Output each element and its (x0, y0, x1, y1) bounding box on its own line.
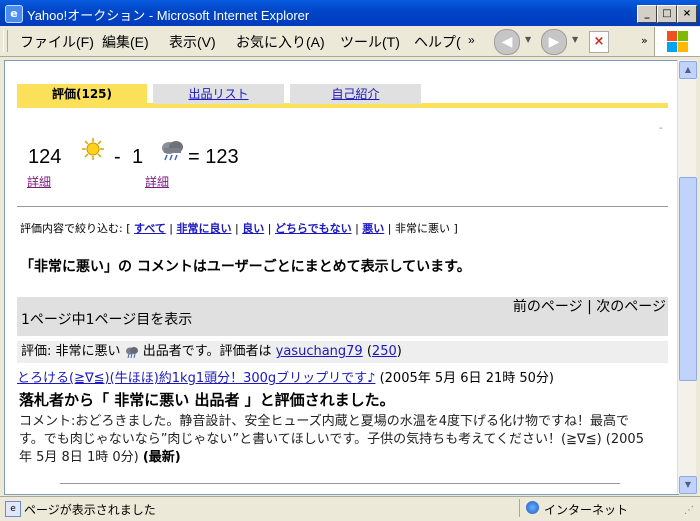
rater-score-link[interactable]: 250 (372, 344, 397, 359)
tab-listings[interactable]: 出品リスト (153, 84, 284, 104)
forward-icon[interactable]: ▶ (541, 29, 567, 55)
vertical-scrollbar[interactable]: ▲ ▼ (677, 60, 697, 494)
filter-current: 非常に悪い (394, 222, 450, 235)
menu-view[interactable]: 表示(V) (169, 32, 216, 52)
pager: 前のページ | 次のページ (506, 298, 666, 317)
back-dropdown-icon[interactable]: ▼ (525, 35, 531, 44)
page-content: 評価(125) 出品リスト 自己紹介 - 124 - 1 = 123 詳細 詳細… (4, 60, 679, 495)
globe-icon (526, 501, 539, 514)
score-total: = 123 (188, 146, 239, 168)
next-page: 次のページ (596, 299, 666, 315)
tab-ratings[interactable]: 評価(125) (17, 84, 147, 104)
rating-label: 評価: 非常に悪い (21, 344, 121, 359)
ie-icon: e (5, 5, 23, 23)
minus-sign: - (114, 146, 121, 168)
divider (17, 206, 668, 207)
good-count: 124 (28, 146, 62, 168)
bad-detail-link[interactable]: 詳細 (145, 173, 169, 190)
latest-label: (最新) (142, 450, 181, 465)
tab-profile-link[interactable]: 自己紹介 (331, 87, 379, 101)
filter-all-link[interactable]: すべて (134, 222, 166, 235)
filter-bad-link[interactable]: 悪い (362, 222, 384, 235)
toolbar-overflow-chevron[interactable]: » (641, 34, 648, 47)
scroll-up-icon[interactable]: ▲ (679, 61, 697, 79)
filter-good-link[interactable]: 良い (242, 222, 264, 235)
menu-help[interactable]: ヘルプ( (414, 32, 461, 52)
comment-body: コメント:おどろきました。静音設計、安全ヒューズ内蔵と夏場の水温を4度下げる化け… (19, 414, 644, 465)
item-title-link[interactable]: とろける(≧∇≦)(牛ほほ)約1kg1頭分！300gブリップリです♪ (17, 371, 375, 386)
windows-logo (654, 27, 700, 56)
comment-text: コメント:おどろきました。静音設計、安全ヒューズ内蔵と夏場の水温を4度下げる化け… (19, 413, 649, 467)
menu-bar: ファイル(F) 編集(E) 表示(V) お気に入り(A) ツール(T) ヘルプ(… (0, 26, 700, 57)
bad-count: 1 (132, 146, 144, 168)
scroll-down-icon[interactable]: ▼ (679, 476, 697, 494)
rating-filter: 評価内容で絞り込む: [ すべて | 非常に良い | 良い | どちらでもない … (20, 222, 458, 235)
filter-suffix: ] (453, 222, 458, 235)
role-text: 出品者です。評価者は (142, 344, 272, 359)
filter-prefix: 評価内容で絞り込む: [ (20, 222, 131, 235)
tab-bar: 評価(125) 出品リスト 自己紹介 (17, 84, 668, 109)
evaluation-heading: 落札者から「 非常に悪い 出品者 」と評価されました。 (19, 391, 395, 409)
status-text: ページが表示されました (24, 503, 156, 517)
good-detail-link[interactable]: 詳細 (27, 173, 51, 190)
menu-edit[interactable]: 編集(E) (102, 32, 149, 52)
item-line: とろける(≧∇≦)(牛ほほ)約1kg1頭分！300gブリップリです♪ (2005… (17, 367, 554, 386)
rating-row-content: 評価: 非常に悪い 出品者です。評価者は yasuchang79 (250) (21, 344, 402, 359)
menu-file[interactable]: ファイル(F) (20, 32, 94, 52)
rater-user-link[interactable]: yasuchang79 (276, 344, 363, 359)
sun-icon (82, 138, 104, 160)
window-title: Yahoo!オークション - Microsoft Internet Explor… (27, 8, 310, 23)
page-count: 1ページ中1ページ目を表示 (21, 312, 193, 328)
resize-grip-icon[interactable]: ⋰ (684, 505, 694, 516)
scroll-thumb[interactable] (679, 177, 697, 381)
menu-overflow-chevron[interactable]: » (468, 33, 475, 47)
stop-icon[interactable]: × (589, 31, 609, 53)
divider-bottom (60, 483, 620, 484)
menu-grip (3, 30, 8, 52)
tab-listings-link[interactable]: 出品リスト (188, 87, 248, 101)
item-date: (2005年 5月 6日 21時 50分) (379, 371, 554, 386)
maximize-button[interactable]: □ (657, 5, 677, 23)
security-zone: インターネット (519, 499, 680, 517)
rain-cloud-small-icon (125, 346, 138, 358)
pager-sep: | (587, 299, 592, 315)
page-loaded-icon: e (5, 501, 21, 517)
zone-text: インターネット (544, 503, 629, 517)
section-heading: 「非常に悪い」の コメントはユーザーごとにまとめて表示しています。 (20, 259, 471, 275)
pagination-bar: 1ページ中1ページ目を表示 前のページ | 次のページ (17, 297, 668, 336)
prev-page: 前のページ (512, 299, 583, 315)
rain-cloud-icon (162, 141, 183, 161)
windows-flag-icon (667, 31, 689, 53)
title-bar: e Yahoo!オークション - Microsoft Internet Expl… (0, 0, 700, 26)
filter-very-good-link[interactable]: 非常に良い (177, 222, 232, 235)
status-bar: e ページが表示されました インターネット (0, 496, 700, 521)
menu-tools[interactable]: ツール(T) (340, 32, 400, 52)
tab-profile[interactable]: 自己紹介 (290, 84, 421, 104)
forward-dropdown-icon[interactable]: ▼ (572, 35, 578, 44)
minimize-button[interactable]: _ (637, 5, 657, 23)
close-button[interactable]: × (677, 5, 697, 23)
dash-mark: - (659, 123, 663, 134)
rating-row: 評価: 非常に悪い 出品者です。評価者は yasuchang79 (250) (17, 341, 668, 363)
filter-neutral-link[interactable]: どちらでもない (275, 222, 352, 235)
menu-favorites[interactable]: お気に入り(A) (236, 32, 325, 52)
back-icon[interactable]: ◀ (494, 29, 520, 55)
